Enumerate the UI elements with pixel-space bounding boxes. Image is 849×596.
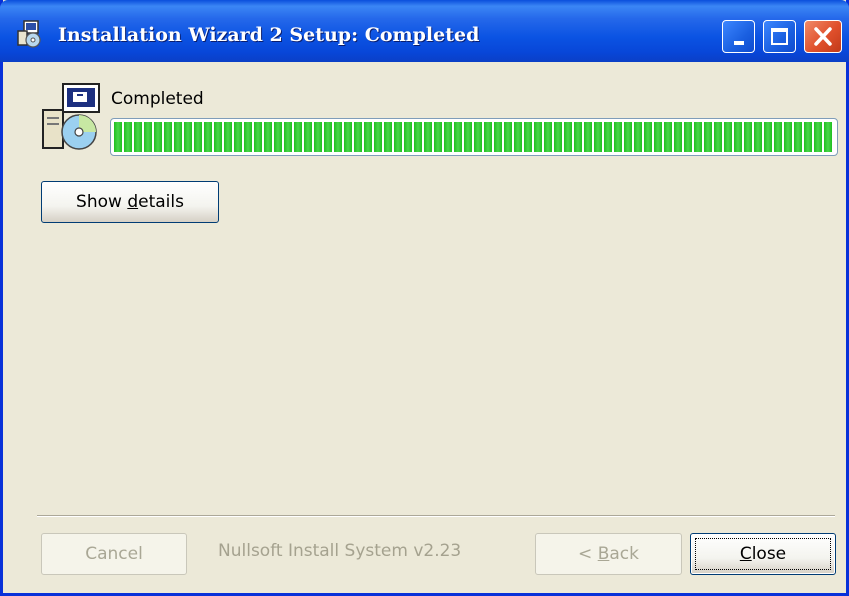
back-label-start: < <box>578 544 598 564</box>
back-button[interactable]: < Back <box>535 533 682 575</box>
back-accelerator: B <box>597 544 610 564</box>
status-label: Completed <box>111 89 204 109</box>
minimize-button[interactable] <box>722 20 755 53</box>
close-window-button[interactable] <box>804 20 842 53</box>
show-details-label-end: etails <box>138 192 184 212</box>
branding-text: Nullsoft Install System v2.23 <box>218 541 462 561</box>
installer-window: Installation Wizard 2 Setup: Completed C… <box>0 0 849 596</box>
show-details-label-start: Show <box>76 192 128 212</box>
show-details-button[interactable]: Show details <box>41 181 219 223</box>
maximize-button[interactable] <box>763 20 796 53</box>
focus-rectangle <box>695 538 831 570</box>
cancel-button[interactable]: Cancel <box>41 533 187 575</box>
back-label-end: ack <box>609 544 639 564</box>
progress-bar <box>110 118 838 156</box>
footer-divider <box>37 515 835 517</box>
show-details-accelerator: d <box>127 192 139 212</box>
close-button[interactable]: Close <box>690 533 836 575</box>
cancel-label: Cancel <box>85 544 143 564</box>
minimize-icon <box>734 41 744 45</box>
setup-computer-cd-icon <box>42 83 100 150</box>
close-icon <box>814 27 832 46</box>
progress-fill <box>114 122 834 152</box>
window-title: Installation Wizard 2 Setup: Completed <box>58 24 480 46</box>
installer-app-icon <box>17 20 41 48</box>
maximize-icon <box>771 28 788 45</box>
title-bar[interactable]: Installation Wizard 2 Setup: Completed <box>0 0 849 62</box>
